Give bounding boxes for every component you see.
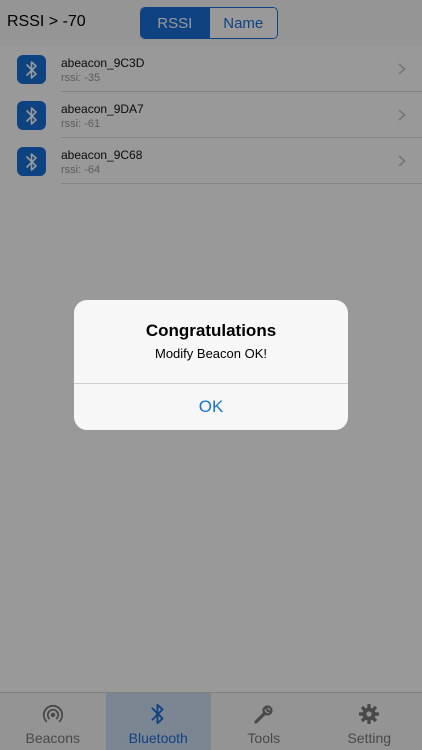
alert-title: Congratulations <box>145 321 277 340</box>
ok-button[interactable]: OK <box>74 384 348 430</box>
alert-message: Modify Beacon OK! <box>155 346 267 361</box>
alert-dialog: Congratulations Modify Beacon OK! OK <box>74 300 348 430</box>
